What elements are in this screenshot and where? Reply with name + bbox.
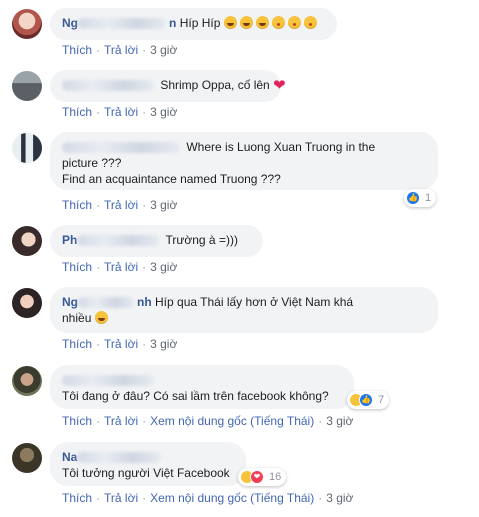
timestamp[interactable]: 3 giờ [150,198,177,212]
comment-actions: Thích · Trả lời · 3 giờ [62,105,178,119]
avatar[interactable] [12,443,42,473]
comment-actions: Thích · Trả lời · 3 giờ [62,43,178,57]
kiss-emoji-icon [303,16,317,29]
avatar[interactable] [12,288,42,318]
blurred-name [78,297,134,309]
comment-text: Híp Híp [179,16,221,30]
like-link[interactable]: Thích [62,414,92,428]
comment-text-line-3: Find an acquaintance named Truong ??? [62,172,281,186]
kiss-emoji-icon [287,16,301,29]
commenter-name[interactable]: Na [62,450,77,464]
timestamp[interactable]: 3 giờ [150,337,177,351]
comment-text: Shrimp Oppa, cố lên [160,78,270,92]
commenter-name[interactable]: Ph [62,233,77,247]
comment-text: Trường à =))) [165,233,238,247]
commenter-name[interactable]: Ng [62,295,78,309]
timestamp[interactable]: 3 giờ [326,414,353,428]
laughing-emoji-icon [255,16,269,29]
timestamp[interactable]: 3 giờ [150,260,177,274]
timestamp[interactable]: 3 giờ [326,491,353,505]
laughing-emoji-icon [223,16,237,29]
blurred-name [62,375,154,387]
avatar[interactable] [12,226,42,256]
see-original-link[interactable]: Xem nội dung gốc (Tiếng Thái) [150,414,314,428]
heart-reaction-icon: ❤ [250,470,264,484]
timestamp[interactable]: 3 giờ [150,105,177,119]
avatar[interactable] [12,133,42,163]
avatar[interactable] [12,71,42,101]
like-link[interactable]: Thích [62,260,92,274]
blurred-name [62,142,180,154]
comment-actions: Thích · Trả lời · 3 giờ [62,198,178,212]
reply-link[interactable]: Trả lời [104,491,138,505]
reply-link[interactable]: Trả lời [104,337,138,351]
comment-bubble: Shrimp Oppa, cố lên ❤ [50,70,286,102]
heart-emoji-icon: ❤ [273,77,286,94]
comment-bubble: Ng nh Híp qua Thái lấy hơn ở Việt Nam khá… [50,287,438,333]
comment-text: Tôi đang ở đâu? Có sai lầm trên facebook… [62,389,329,403]
commenter-name[interactable]: Ng [62,16,78,30]
like-link[interactable]: Thích [62,198,92,212]
comment-bubble: Ph Trường à =))) [50,225,263,257]
comment-text-line-2: picture ??? [62,156,122,170]
laughing-emoji-icon [239,16,253,29]
like-link[interactable]: Thích [62,105,92,119]
avatar[interactable] [12,9,42,39]
comment-actions: Thích · Trả lời · Xem nội dung gốc (Tiếng Th… [62,414,354,428]
laughing-emoji-icon [94,311,108,324]
commenter-name-tail[interactable]: nh [137,295,152,309]
comment-actions: Thích · Trả lời · 3 giờ [62,260,178,274]
timestamp[interactable]: 3 giờ [150,43,177,57]
comment-bubble: Tôi đang ở đâu? Có sai lầm trên facebook… [50,365,354,409]
comment-text: Tôi tưởng người Việt Facebook [62,466,230,480]
comment-text-line-2: nhiều [62,311,92,325]
kiss-emoji-icon [271,16,285,29]
blurred-name [77,235,160,247]
comment-bubble: Where is Luong Xuan Truong in the pictur… [50,132,438,190]
comment-bubble: Ng n Híp Híp [50,8,337,40]
blurred-name [62,80,154,92]
like-link[interactable]: Thích [62,43,92,57]
reaction-summary[interactable]: ❤ 16 [238,468,287,486]
blurred-name [78,18,166,30]
reply-link[interactable]: Trả lời [104,198,138,212]
comment-text-line-1: Híp qua Thái lấy hơn ở Việt Nam khá [155,295,354,309]
comment-actions: Thích · Trả lời · Xem nội dung gốc (Tiếng Th… [62,491,354,505]
reaction-count: 16 [269,471,282,483]
comment-text-line-1: Where is Luong Xuan Truong in the [186,140,376,154]
like-reaction-icon: 👍 [359,393,373,407]
comment-actions: Thích · Trả lời · 3 giờ [62,337,178,351]
see-original-link[interactable]: Xem nội dung gốc (Tiếng Thái) [150,491,314,505]
blurred-name [77,452,162,464]
like-link[interactable]: Thích [62,337,92,351]
avatar[interactable] [12,366,42,396]
reaction-summary[interactable]: 👍 7 [347,391,390,409]
reply-link[interactable]: Trả lời [104,105,138,119]
reaction-count: 7 [378,394,385,406]
comment-bubble: Na Tôi tưởng người Việt Facebook [50,442,246,486]
reply-link[interactable]: Trả lời [104,43,138,57]
reaction-count: 1 [425,192,432,204]
like-reaction-icon: 👍 [406,191,420,205]
like-link[interactable]: Thích [62,491,92,505]
reply-link[interactable]: Trả lời [104,260,138,274]
reaction-summary[interactable]: 👍 1 [404,189,437,207]
commenter-name-tail[interactable]: n [169,16,176,30]
reply-link[interactable]: Trả lời [104,414,138,428]
